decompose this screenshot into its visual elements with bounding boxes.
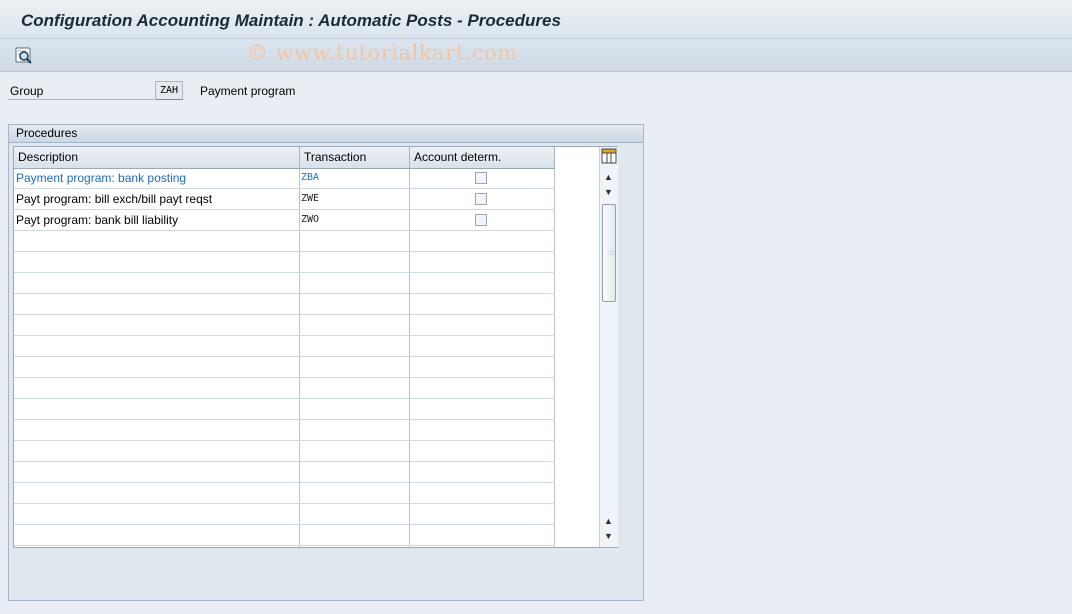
find-magnifier-icon [15, 47, 32, 64]
group-description: Payment program [200, 84, 296, 98]
account-determ-checkbox[interactable] [475, 193, 487, 205]
table-empty-area [555, 168, 599, 547]
table-row[interactable] [14, 231, 555, 252]
watermark: © www.tutorialkart.com [247, 41, 518, 65]
table-row[interactable] [14, 378, 555, 399]
scroll-down-icon[interactable]: ▼ [601, 185, 616, 199]
account-determ-checkbox[interactable] [475, 214, 487, 226]
column-header-account-determ[interactable]: Account determ. [410, 147, 555, 168]
table-header: Description Transaction Account determ. [14, 147, 555, 169]
grip-icon: ··· ··· [607, 248, 614, 258]
procedures-table: Description Transaction Account determ. … [13, 146, 618, 548]
application-toolbar: © www.tutorialkart.com [0, 39, 1072, 72]
table-row[interactable] [14, 315, 555, 336]
cell-transaction[interactable]: ZWE [301, 189, 319, 209]
cell-transaction[interactable]: ZWO [301, 210, 319, 230]
table-row[interactable]: Payt program: bank bill liability ZWO [14, 210, 555, 231]
table-settings-icon [601, 148, 617, 164]
vertical-scrollbar[interactable]: ▲ ▼ ··· ··· ▲ ▼ [599, 147, 618, 547]
group-label: Group [10, 84, 44, 98]
table-row[interactable]: Payment program: bank posting ZBA [14, 168, 555, 189]
find-button[interactable] [14, 45, 34, 65]
scrollbar-thumb[interactable]: ··· ··· [602, 204, 616, 302]
table-row[interactable]: Payt program: bill exch/bill payt reqst Z… [14, 189, 555, 210]
cell-transaction[interactable]: ZBA [301, 168, 319, 188]
procedures-groupbox: Procedures Description Transaction Accou… [8, 124, 644, 601]
cell-description[interactable]: Payment program: bank posting [16, 168, 186, 188]
table-row[interactable] [14, 483, 555, 504]
column-header-description[interactable]: Description [14, 147, 300, 168]
account-determ-checkbox[interactable] [475, 172, 487, 184]
table-row[interactable] [14, 336, 555, 357]
table-row[interactable] [14, 399, 555, 420]
table-row[interactable] [14, 357, 555, 378]
group-label-underline [8, 99, 154, 100]
cell-description[interactable]: Payt program: bill exch/bill payt reqst [16, 189, 212, 209]
scroll-up-bottom-icon[interactable]: ▲ [601, 514, 616, 528]
page-title: Configuration Accounting Maintain : Auto… [21, 11, 561, 30]
table-row[interactable] [14, 294, 555, 315]
cell-description[interactable]: Payt program: bank bill liability [16, 210, 178, 230]
title-bar: Configuration Accounting Maintain : Auto… [0, 0, 1072, 39]
scroll-down-bottom-icon[interactable]: ▼ [601, 529, 616, 543]
table-row[interactable] [14, 273, 555, 294]
table-row[interactable] [14, 252, 555, 273]
table-row[interactable] [14, 525, 555, 546]
scroll-up-icon[interactable]: ▲ [601, 170, 616, 184]
table-row[interactable] [14, 441, 555, 462]
column-header-transaction[interactable]: Transaction [300, 147, 410, 168]
table-row[interactable] [14, 420, 555, 441]
procedures-title: Procedures [9, 125, 643, 143]
group-field[interactable]: ZAH [155, 81, 183, 100]
table-row[interactable] [14, 462, 555, 483]
column-configuration-button[interactable] [601, 148, 617, 164]
table-row[interactable] [14, 504, 555, 525]
